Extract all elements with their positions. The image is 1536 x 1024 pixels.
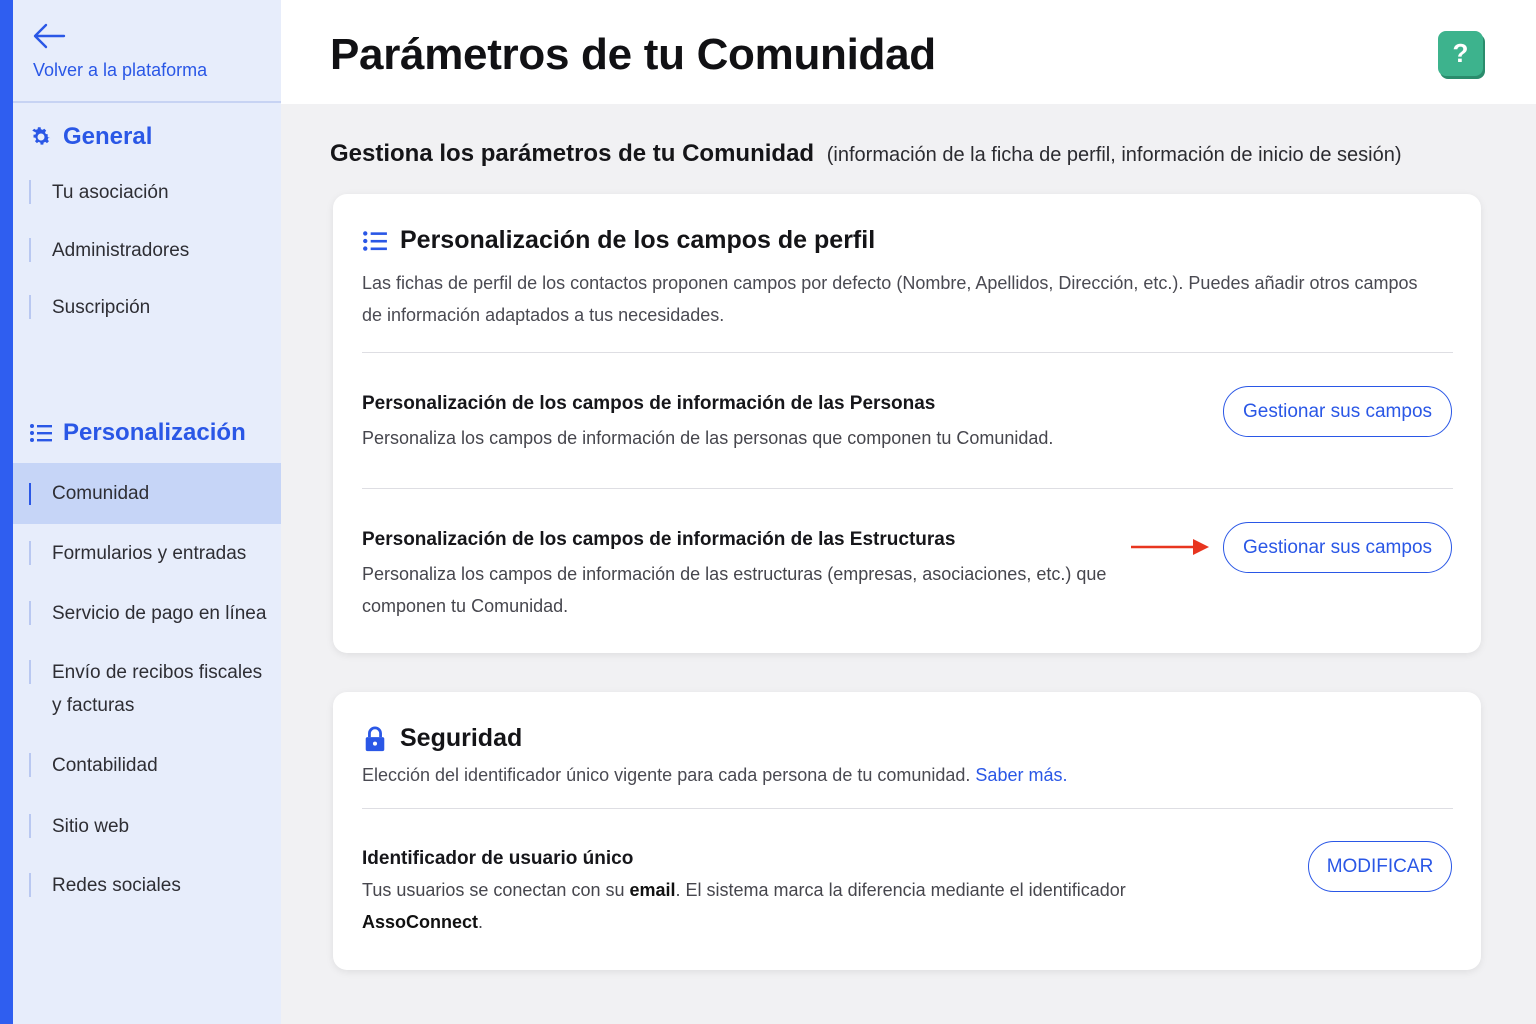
page-title: Parámetros de tu Comunidad xyxy=(330,30,936,79)
page-subtitle-note: (información de la ficha de perfil, info… xyxy=(826,144,1402,166)
sidebar-section-personalizacion: Personalización xyxy=(29,419,246,447)
sidebar-item-suscripcion[interactable]: Suscripción xyxy=(13,291,281,324)
list-icon xyxy=(363,230,387,251)
divider xyxy=(362,808,1453,809)
unique-identifier-title: Identificador de usuario único xyxy=(362,848,634,869)
sidebar-item-servicio-pago[interactable]: Servicio de pago en línea xyxy=(13,597,281,630)
sidebar-item-label: Tu asociación xyxy=(52,182,169,203)
sidebar-item-label: Formularios y entradas xyxy=(52,543,247,564)
page-header: Parámetros de tu Comunidad ? xyxy=(281,0,1536,104)
sidebar-item-label: Contabilidad xyxy=(52,755,158,776)
security-heading: Seguridad xyxy=(362,724,522,753)
question-mark-icon: ? xyxy=(1452,38,1469,68)
sidebar-item-redes-sociales[interactable]: Redes sociales xyxy=(13,869,281,902)
modify-identifier-button[interactable]: MODIFICAR xyxy=(1308,841,1452,892)
personas-fields-title: Personalización de los campos de informa… xyxy=(362,393,936,414)
sidebar-section-personalizacion-label: Personalización xyxy=(63,419,246,446)
back-to-platform[interactable]: Volver a la plataforma xyxy=(13,0,281,103)
sidebar-item-formularios[interactable]: Formularios y entradas xyxy=(13,537,281,570)
back-to-platform-link[interactable]: Volver a la plataforma xyxy=(33,60,207,81)
estructuras-fields-title: Personalización de los campos de informa… xyxy=(362,529,956,550)
unique-identifier-description: Tus usuarios se conectan con su email. E… xyxy=(362,880,1126,932)
profile-fields-card: Personalización de los campos de perfil … xyxy=(333,194,1481,653)
sidebar-item-label: Comunidad xyxy=(52,483,150,504)
security-description: Elección del identificador único vigente… xyxy=(362,765,1068,785)
sidebar-item-label: Administradores xyxy=(52,240,190,261)
sidebar-item-label: Sitio web xyxy=(52,816,130,837)
sidebar-item-sitio-web[interactable]: Sitio web xyxy=(13,810,281,843)
sidebar-item-tu-asociacion[interactable]: Tu asociación xyxy=(13,176,281,209)
manage-estructuras-fields-button[interactable]: Gestionar sus campos xyxy=(1223,522,1452,573)
profile-fields-heading: Personalización de los campos de perfil xyxy=(362,226,875,255)
sidebar: Volver a la plataforma General Tu asocia… xyxy=(0,0,281,1024)
sidebar-item-label: Servicio de pago en línea xyxy=(52,603,267,624)
divider xyxy=(362,488,1453,489)
estructuras-fields-description: Personaliza los campos de información de… xyxy=(362,564,1107,616)
arrow-left-icon[interactable] xyxy=(32,22,66,50)
personas-fields-description: Personaliza los campos de información de… xyxy=(362,428,1054,448)
sidebar-item-label: Redes sociales xyxy=(52,875,181,896)
sidebar-accent-stripe xyxy=(0,0,13,1024)
annotation-arrow-icon xyxy=(1131,539,1209,555)
security-title: Seguridad xyxy=(400,724,523,752)
profile-fields-title: Personalización de los campos de perfil xyxy=(400,226,876,254)
sidebar-item-administradores[interactable]: Administradores xyxy=(13,234,281,267)
sidebar-section-general: General xyxy=(29,123,152,151)
profile-fields-description: Las fichas de perfil de los contactos pr… xyxy=(362,273,1418,325)
learn-more-link[interactable]: Saber más. xyxy=(975,765,1067,785)
sidebar-item-comunidad[interactable]: Comunidad xyxy=(13,463,281,524)
sidebar-item-label: Suscripción xyxy=(52,297,151,318)
lock-icon xyxy=(365,726,385,751)
page-subtitle: Gestiona los parámetros de tu Comunidad … xyxy=(330,140,1402,168)
list-icon xyxy=(30,424,52,442)
manage-personas-fields-button[interactable]: Gestionar sus campos xyxy=(1223,386,1452,437)
sidebar-item-recibos-fiscales[interactable]: Envío de recibos fiscales y facturas xyxy=(13,656,275,722)
sidebar-item-contabilidad[interactable]: Contabilidad xyxy=(13,749,281,782)
divider xyxy=(362,352,1453,353)
gear-icon xyxy=(32,127,51,145)
sidebar-item-label: Envío de recibos fiscales y facturas xyxy=(52,662,263,716)
sidebar-section-general-label: General xyxy=(63,123,153,150)
help-button[interactable]: ? xyxy=(1438,31,1483,76)
page-subtitle-main: Gestiona los parámetros de tu Comunidad xyxy=(330,140,815,167)
security-card: Seguridad Elección del identificador úni… xyxy=(333,692,1481,970)
